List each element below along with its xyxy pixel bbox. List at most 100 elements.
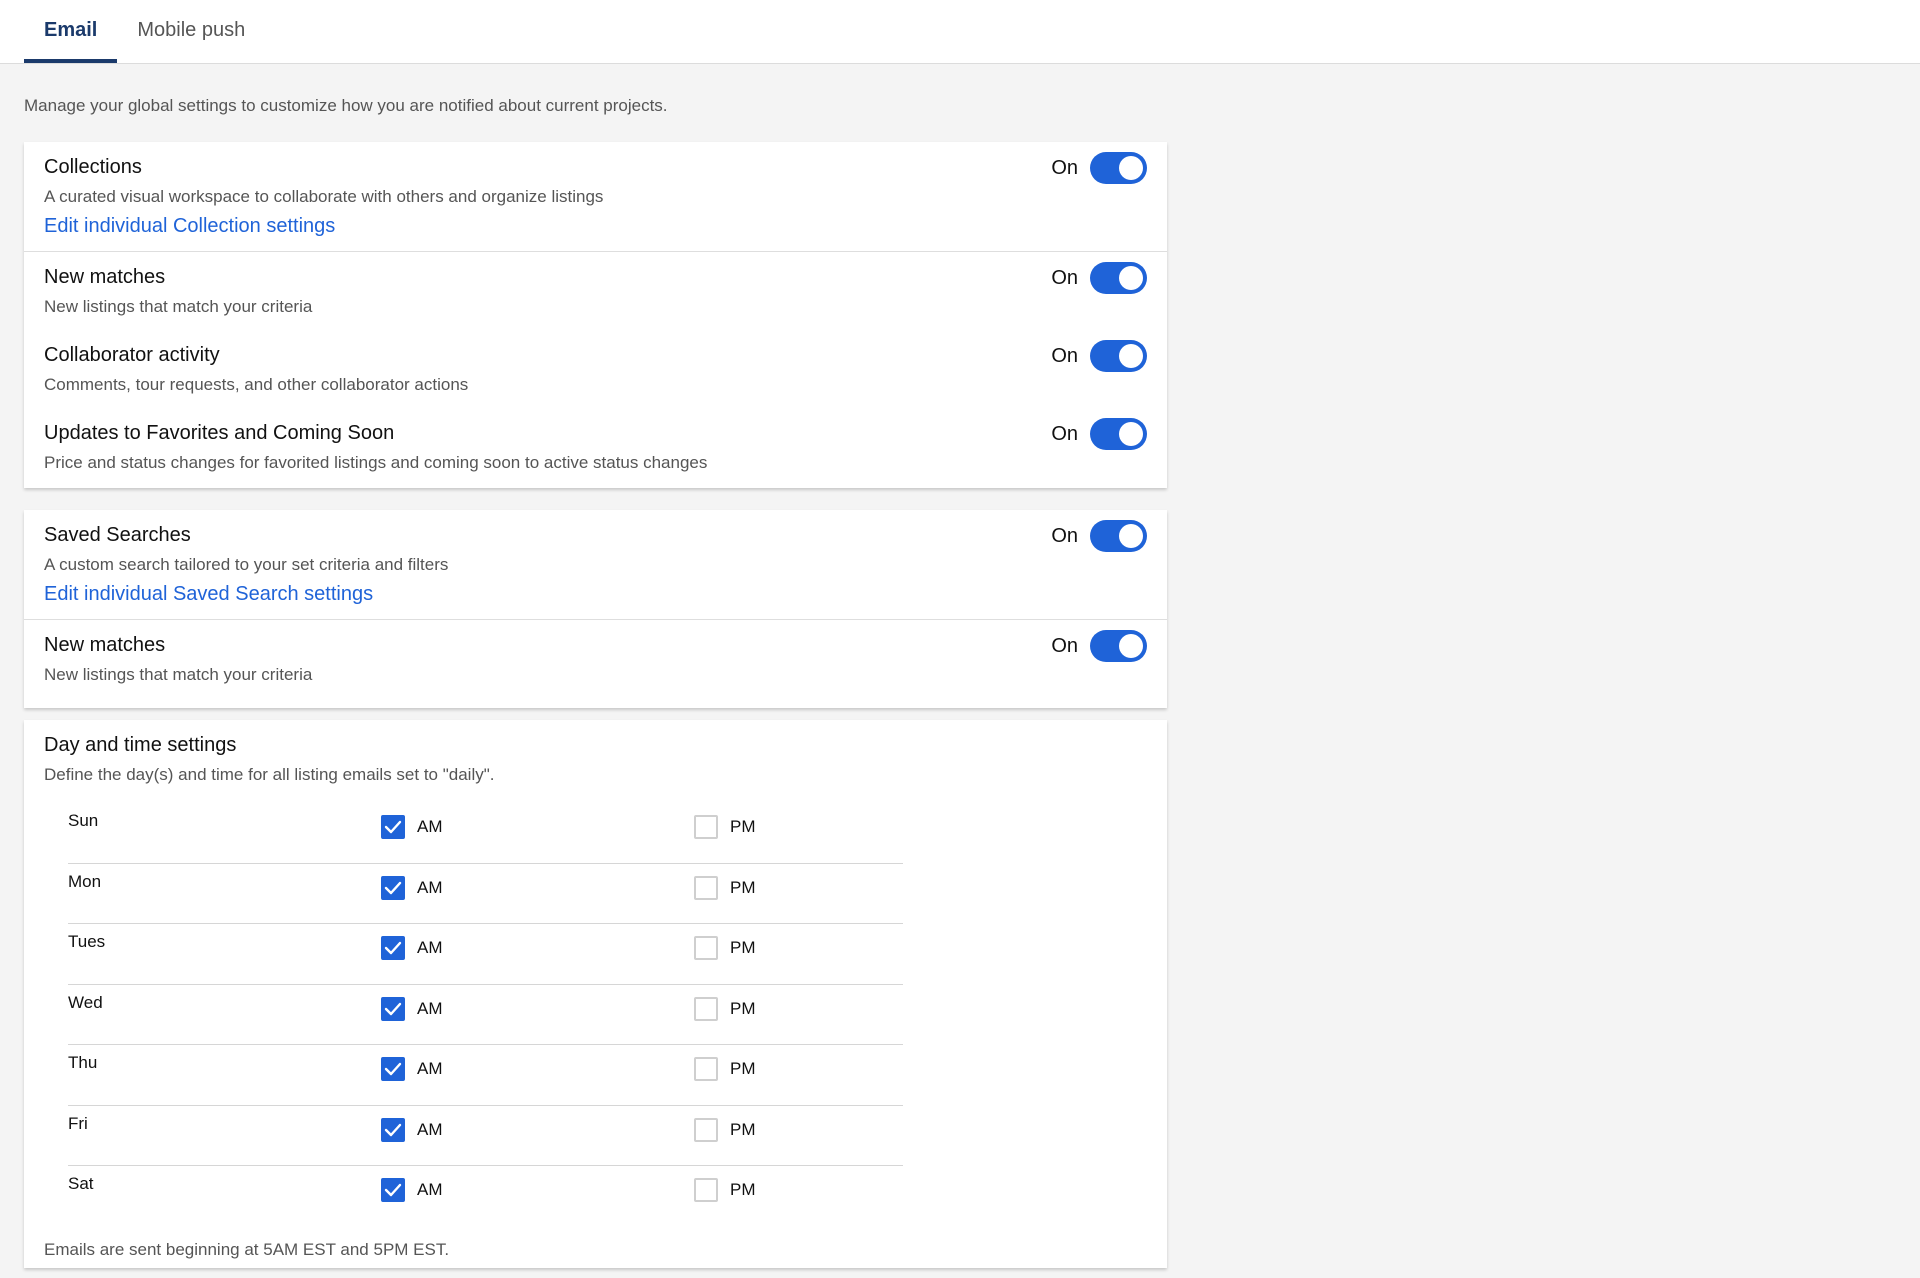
checkmark-icon — [384, 941, 402, 955]
collections-toggle-label: On — [1051, 156, 1078, 179]
pm-label: PM — [730, 1180, 756, 1199]
saved-searches-toggle[interactable] — [1090, 520, 1147, 552]
am-checkbox[interactable] — [381, 815, 405, 839]
day-row: Wed AM PM — [68, 985, 903, 1045]
am-option[interactable]: AM — [381, 996, 443, 1021]
saved-searches-toggle-group: On — [1051, 520, 1147, 552]
collaborator-activity-desc: Comments, tour requests, and other colla… — [44, 375, 469, 394]
favorites-updates-toggle-group: On — [1051, 418, 1147, 450]
favorites-updates-row: Updates to Favorites and Coming Soon Pri… — [24, 408, 1167, 488]
pm-option[interactable]: PM — [694, 996, 756, 1021]
am-checkbox[interactable] — [381, 1178, 405, 1202]
day-row: Fri AM PM — [68, 1106, 903, 1166]
am-option[interactable]: AM — [381, 1117, 443, 1142]
am-label: AM — [417, 1180, 443, 1199]
day-name: Thu — [68, 1053, 98, 1072]
collaborator-activity-title: Collaborator activity — [44, 344, 220, 366]
day-row: Mon AM PM — [68, 864, 903, 924]
saved-new-matches-row: New matches New listings that match your… — [24, 620, 1167, 708]
am-label: AM — [417, 1059, 443, 1078]
day-row: Sat AM PM — [68, 1166, 903, 1227]
day-name: Sun — [68, 811, 99, 830]
am-option[interactable]: AM — [381, 1178, 443, 1202]
day-grid: Sun AM PM Mon AM PM Tues AM PM Wed AM PM Thu AM PM Fri A… — [68, 803, 903, 1227]
pm-checkbox[interactable] — [694, 1117, 718, 1142]
pm-label: PM — [730, 877, 756, 897]
saved-new-matches-toggle[interactable] — [1090, 630, 1147, 662]
am-option[interactable]: AM — [381, 1057, 443, 1081]
new-matches-toggle-group: On — [1051, 262, 1147, 294]
pm-checkbox[interactable] — [694, 936, 718, 960]
checkmark-icon — [384, 1062, 402, 1076]
day-name: Mon — [68, 871, 102, 891]
tab-mobile-push[interactable]: Mobile push — [117, 1, 265, 63]
pm-label: PM — [730, 1059, 756, 1078]
am-option[interactable]: AM — [381, 815, 443, 839]
pm-option[interactable]: PM — [694, 936, 756, 960]
edit-saved-search-settings-link[interactable]: Edit individual Saved Search settings — [44, 583, 373, 606]
saved-new-matches-title: New matches — [44, 634, 166, 656]
collections-title: Collections — [44, 156, 142, 178]
pm-checkbox[interactable] — [694, 996, 718, 1021]
am-label: AM — [417, 998, 443, 1018]
day-name: Sat — [68, 1174, 94, 1193]
am-checkbox[interactable] — [381, 875, 405, 900]
pm-checkbox[interactable] — [694, 1057, 718, 1081]
am-option[interactable]: AM — [381, 875, 443, 900]
pm-option[interactable]: PM — [694, 1178, 756, 1202]
checkmark-icon — [384, 820, 402, 834]
intro-text: Manage your global settings to customize… — [24, 96, 668, 115]
day-name: Wed — [68, 992, 103, 1012]
am-checkbox[interactable] — [381, 1117, 405, 1142]
day-time-card: Day and time settings Define the day(s) … — [24, 720, 1167, 1268]
saved-new-matches-toggle-label: On — [1051, 634, 1078, 657]
am-checkbox[interactable] — [381, 936, 405, 960]
collaborator-activity-toggle[interactable] — [1090, 340, 1147, 372]
tab-bar: Email Mobile push — [0, 0, 1920, 64]
pm-checkbox[interactable] — [694, 875, 718, 900]
new-matches-toggle[interactable] — [1090, 262, 1147, 294]
favorites-updates-toggle[interactable] — [1090, 418, 1147, 450]
day-row: Tues AM PM — [68, 924, 903, 985]
day-name: Fri — [68, 1113, 88, 1133]
send-time-note: Emails are sent beginning at 5AM EST and… — [44, 1240, 450, 1259]
new-matches-row: New matches New listings that match your… — [24, 252, 1167, 330]
am-checkbox[interactable] — [381, 1057, 405, 1081]
pm-label: PM — [730, 817, 756, 836]
pm-checkbox[interactable] — [694, 815, 718, 839]
collections-card: Collections A curated visual workspace t… — [24, 142, 1167, 488]
am-checkbox[interactable] — [381, 996, 405, 1021]
saved-searches-header-row: Saved Searches A custom search tailored … — [24, 510, 1167, 620]
day-row: Thu AM PM — [68, 1045, 903, 1106]
saved-searches-title: Saved Searches — [44, 524, 191, 546]
tab-email[interactable]: Email — [24, 1, 118, 63]
edit-collection-settings-link[interactable]: Edit individual Collection settings — [44, 215, 335, 238]
pm-option[interactable]: PM — [694, 1057, 756, 1081]
pm-label: PM — [730, 1119, 756, 1139]
collections-toggle[interactable] — [1090, 152, 1147, 184]
day-name: Tues — [68, 932, 106, 951]
saved-searches-card: Saved Searches A custom search tailored … — [24, 510, 1167, 708]
am-label: AM — [417, 817, 443, 836]
am-option[interactable]: AM — [381, 936, 443, 960]
collections-toggle-group: On — [1051, 152, 1147, 184]
saved-searches-toggle-label: On — [1051, 524, 1078, 547]
pm-option[interactable]: PM — [694, 815, 756, 839]
am-label: AM — [417, 938, 443, 957]
checkmark-icon — [384, 1183, 402, 1197]
pm-label: PM — [730, 938, 756, 957]
pm-label: PM — [730, 998, 756, 1018]
favorites-updates-desc: Price and status changes for favorited l… — [44, 453, 708, 472]
saved-searches-desc: A custom search tailored to your set cri… — [44, 555, 449, 574]
am-label: AM — [417, 1119, 443, 1139]
day-time-desc: Define the day(s) and time for all listi… — [44, 765, 495, 784]
pm-checkbox[interactable] — [694, 1178, 718, 1202]
day-row: Sun AM PM — [68, 803, 903, 864]
day-time-title: Day and time settings — [44, 734, 237, 756]
collaborator-activity-row: Collaborator activity Comments, tour req… — [24, 330, 1167, 408]
pm-option[interactable]: PM — [694, 1117, 756, 1142]
checkmark-icon — [384, 1123, 402, 1137]
favorites-updates-toggle-label: On — [1051, 422, 1078, 445]
pm-option[interactable]: PM — [694, 875, 756, 900]
saved-new-matches-desc: New listings that match your criteria — [44, 665, 313, 684]
